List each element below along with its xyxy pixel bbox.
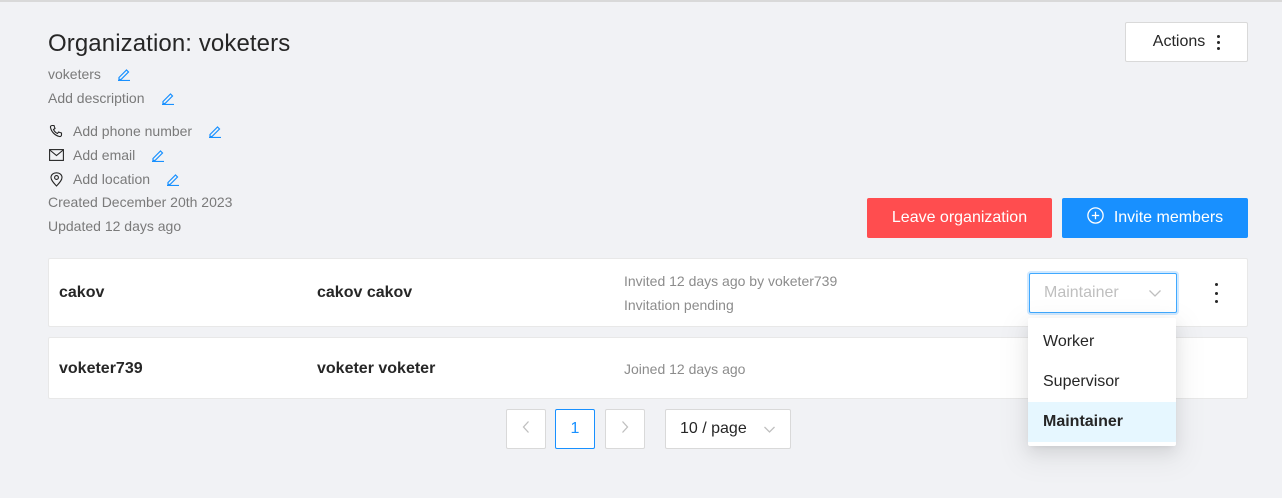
page-size-value: 10 / page <box>680 420 747 437</box>
member-status-line: Invited 12 days ago by voketer739 <box>624 273 838 289</box>
member-row: cakov cakov cakov Invited 12 days ago by… <box>48 258 1248 327</box>
mail-icon <box>48 147 64 163</box>
org-email: Add email <box>73 147 136 163</box>
leave-label: Leave organization <box>891 209 1028 226</box>
org-description-row: Add description <box>48 90 175 106</box>
member-username: voketer739 <box>59 360 143 377</box>
org-slug-row: voketers <box>48 66 131 82</box>
edit-icon[interactable] <box>151 148 165 162</box>
more-vertical-icon[interactable] <box>1211 283 1221 303</box>
member-status: Joined 12 days ago <box>624 357 745 381</box>
page-title: Organization: voketers <box>48 30 291 57</box>
chevron-down-icon <box>763 423 776 441</box>
edit-icon[interactable] <box>166 172 180 186</box>
chevron-right-icon <box>620 420 630 439</box>
member-full-name: cakov cakov <box>317 284 413 301</box>
org-email-row: Add email <box>48 147 165 163</box>
member-status-line: Invitation pending <box>624 297 734 313</box>
member-username: cakov <box>59 284 105 301</box>
phone-icon <box>48 123 64 139</box>
org-created: Created December 20th 2023 <box>48 194 233 210</box>
role-select-value: Maintainer <box>1044 284 1119 301</box>
actions-label: Actions <box>1152 33 1206 50</box>
pagination-page-label: 1 <box>570 420 580 437</box>
leave-organization-button[interactable]: Leave organization <box>867 198 1052 238</box>
pagination-next-button[interactable] <box>605 409 645 449</box>
org-slug: voketers <box>48 66 101 82</box>
role-dropdown: Worker Supervisor Maintainer <box>1028 318 1176 446</box>
org-location: Add location <box>73 171 151 187</box>
actions-button[interactable]: Actions <box>1125 22 1248 62</box>
role-option-maintainer[interactable]: Maintainer <box>1028 402 1176 442</box>
edit-icon[interactable] <box>117 67 131 81</box>
edit-icon[interactable] <box>161 91 175 105</box>
member-status: Invited 12 days ago by voketer739 Invita… <box>624 269 837 317</box>
page-size-select[interactable]: 10 / page <box>665 409 791 449</box>
role-option-supervisor[interactable]: Supervisor <box>1028 362 1176 402</box>
org-description: Add description <box>48 90 145 106</box>
top-divider <box>0 0 1282 2</box>
invite-label: Invite members <box>1113 209 1224 226</box>
org-updated: Updated 12 days ago <box>48 218 182 234</box>
location-icon <box>48 171 64 187</box>
plus-circle-icon <box>1087 207 1104 229</box>
role-select[interactable]: Maintainer <box>1029 273 1177 313</box>
invite-members-button[interactable]: Invite members <box>1062 198 1248 238</box>
pagination-page-1[interactable]: 1 <box>555 409 595 449</box>
pagination-prev-button[interactable] <box>506 409 546 449</box>
org-phone-row: Add phone number <box>48 123 222 139</box>
more-vertical-icon <box>1217 34 1221 50</box>
chevron-left-icon <box>521 420 531 439</box>
org-phone: Add phone number <box>73 123 193 139</box>
member-status-line: Joined 12 days ago <box>624 361 746 377</box>
chevron-down-icon <box>1148 286 1162 305</box>
member-full-name: voketer voketer <box>317 360 436 377</box>
org-location-row: Add location <box>48 171 180 187</box>
role-option-worker[interactable]: Worker <box>1028 322 1176 362</box>
edit-icon[interactable] <box>208 124 222 138</box>
